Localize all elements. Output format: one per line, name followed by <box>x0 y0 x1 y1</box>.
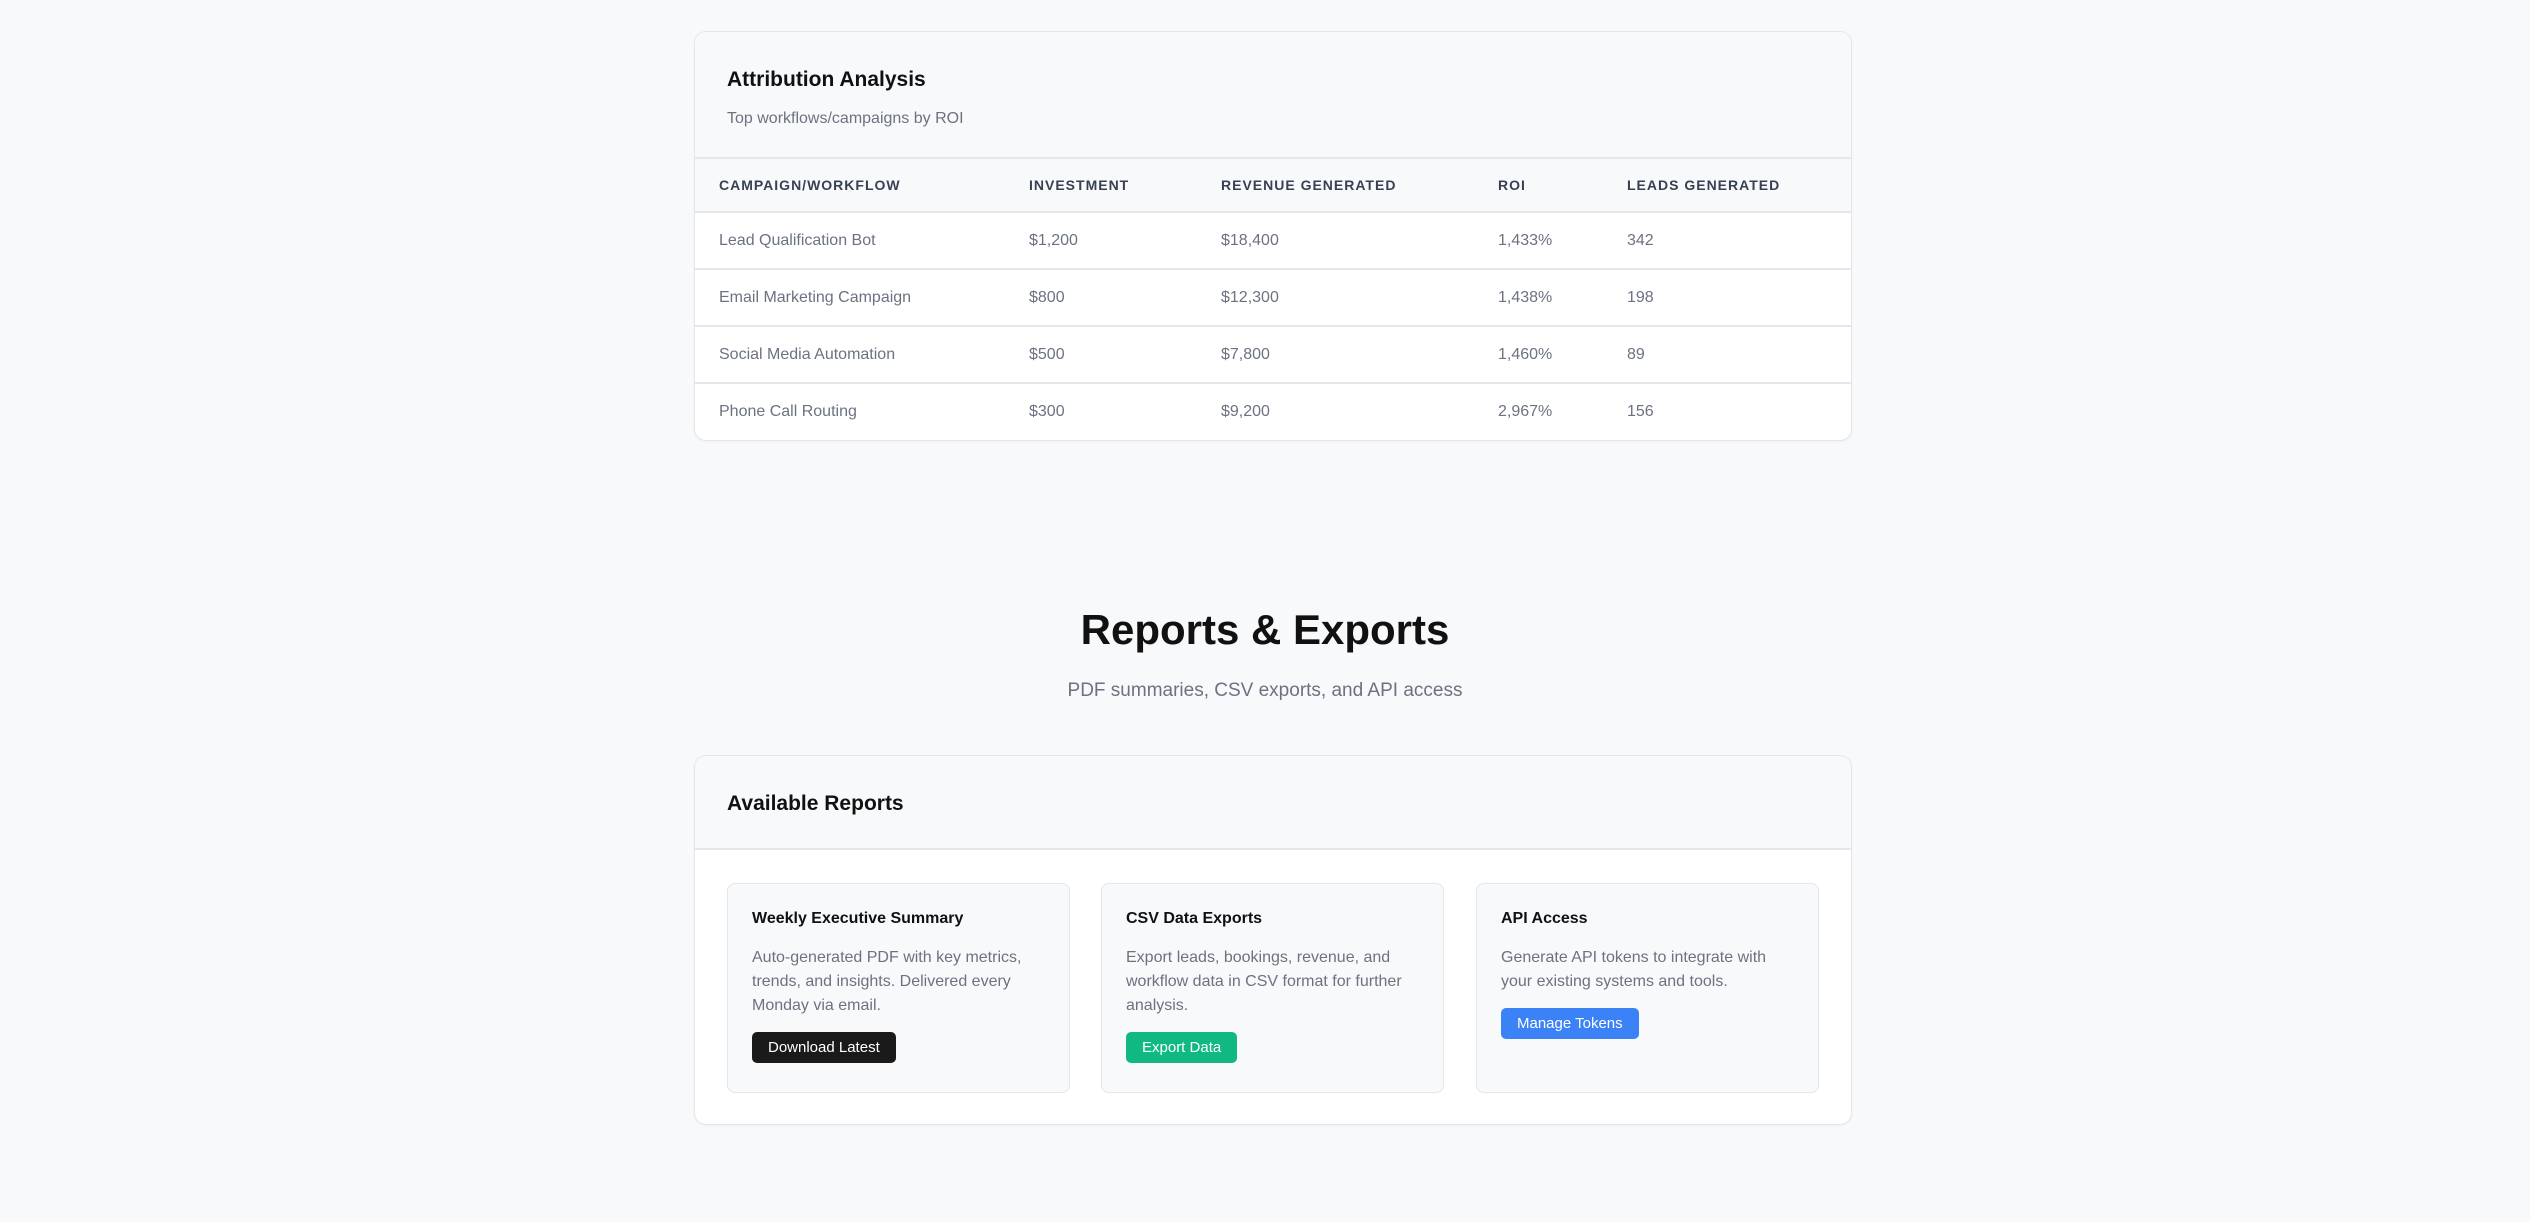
roi-cell: 1,438% <box>1498 269 1627 327</box>
manage-tokens-button[interactable]: Manage Tokens <box>1501 1008 1639 1039</box>
section-title: Reports & Exports <box>1080 606 1450 653</box>
report-description: Auto-generated PDF with key metrics, tre… <box>752 949 1022 1014</box>
export-data-button[interactable]: Export Data <box>1126 1032 1238 1063</box>
campaign-cell: Lead Qualification Bot <box>695 212 1029 270</box>
column-header: INVESTMENT <box>1029 159 1221 213</box>
section-subtitle: PDF summaries, CSV exports, and API acce… <box>1067 680 1463 701</box>
card-title: Available Reports <box>727 792 904 815</box>
report-card-csv-exports: CSV Data Exports Export leads, bookings,… <box>1101 883 1444 1093</box>
campaign-cell: Phone Call Routing <box>719 403 857 420</box>
report-description: Export leads, bookings, revenue, and wor… <box>1126 949 1402 1014</box>
table-header-row: CAMPAIGN/WORKFLOW INVESTMENT REVENUE GEN… <box>695 159 1851 213</box>
campaign-cell: Social Media Automation <box>695 326 1029 384</box>
available-reports-card: Available Reports Weekly Executive Summa… <box>694 755 1852 1125</box>
investment-cell: $500 <box>1029 326 1221 384</box>
column-header: CAMPAIGN/WORKFLOW <box>695 159 1029 213</box>
leads-cell: 89 <box>1627 326 1851 384</box>
attribution-analysis-card: Attribution Analysis Top workflows/campa… <box>694 31 1852 441</box>
leads-cell: 156 <box>1627 403 1654 420</box>
table-row: Lead Qualification Bot $1,200 $18,400 1,433… <box>695 212 1851 270</box>
download-latest-button[interactable]: Download Latest <box>752 1032 896 1063</box>
revenue-cell: $9,200 <box>1221 403 1270 420</box>
roi-cell: 1,433% <box>1498 212 1627 270</box>
card-header: Available Reports <box>695 756 1851 850</box>
card-subtitle: Top workflows/campaigns by ROI <box>727 110 964 127</box>
report-card-weekly-summary: Weekly Executive Summary Auto-generated … <box>727 883 1070 1093</box>
column-header: ROI <box>1498 159 1627 213</box>
column-header: LEADS GENERATED <box>1627 159 1851 213</box>
report-card-api-access: API Access Generate API tokens to integr… <box>1476 883 1819 1093</box>
revenue-cell: $12,300 <box>1221 269 1498 327</box>
roi-cell: 1,460% <box>1498 326 1627 384</box>
card-header: Attribution Analysis Top workflows/campa… <box>695 32 1851 159</box>
column-header: REVENUE GENERATED <box>1221 159 1498 213</box>
report-title: Weekly Executive Summary <box>752 910 964 927</box>
report-description: Generate API tokens to integrate with yo… <box>1501 949 1767 990</box>
table-row: Email Marketing Campaign $800 $12,300 1,438… <box>695 269 1851 327</box>
table-row: Social Media Automation $500 $7,800 1,460% 8… <box>695 326 1851 384</box>
card-title: Attribution Analysis <box>727 68 926 91</box>
report-title: API Access <box>1501 910 1588 927</box>
roi-cell: 2,967% <box>1498 403 1553 420</box>
investment-cell: $1,200 <box>1029 212 1221 270</box>
revenue-cell: $7,800 <box>1221 326 1498 384</box>
attribution-table: CAMPAIGN/WORKFLOW INVESTMENT REVENUE GEN… <box>695 159 1851 440</box>
investment-cell: $300 <box>1029 403 1065 420</box>
investment-cell: $800 <box>1029 269 1221 327</box>
revenue-cell: $18,400 <box>1221 212 1498 270</box>
table-row: Phone Call Routing $300 $9,200 2,967% 156 <box>695 383 1851 440</box>
leads-cell: 342 <box>1627 212 1851 270</box>
report-title: CSV Data Exports <box>1126 910 1263 927</box>
leads-cell: 198 <box>1627 269 1851 327</box>
campaign-cell: Email Marketing Campaign <box>695 269 1029 327</box>
